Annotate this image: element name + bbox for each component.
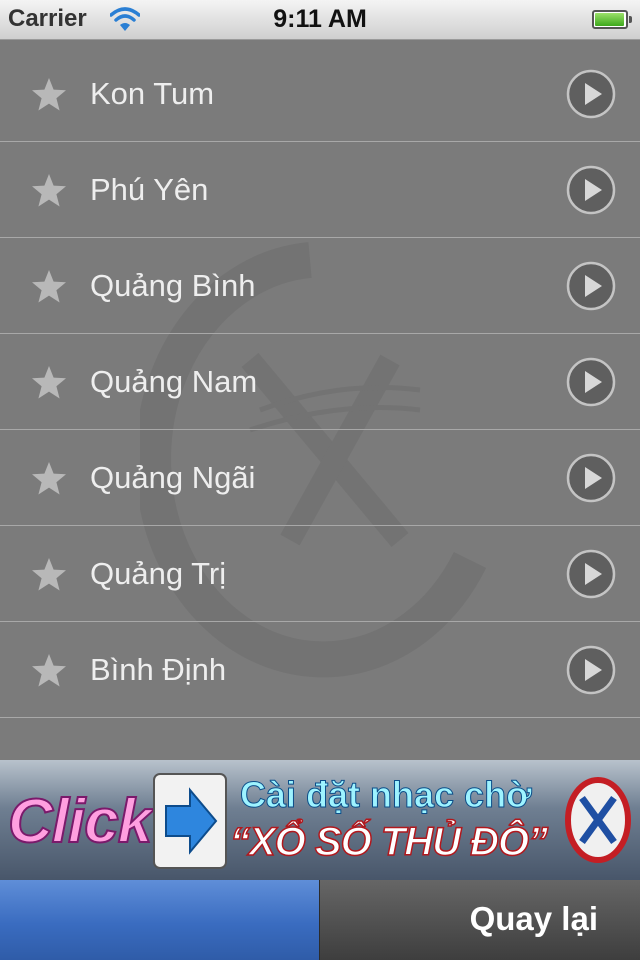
ad-click-text: Click (7, 786, 153, 857)
status-bar: Carrier 9:11 AM (0, 0, 640, 40)
star-icon[interactable] (30, 76, 68, 114)
star-icon[interactable] (30, 556, 68, 594)
play-icon[interactable] (566, 549, 616, 599)
tab-highlight[interactable] (0, 880, 320, 960)
play-icon[interactable] (566, 645, 616, 695)
play-icon[interactable] (566, 261, 616, 311)
star-icon[interactable] (30, 172, 68, 210)
list-item[interactable]: Quảng Ngãi (0, 430, 640, 526)
list-item-label: Quảng Bình (90, 268, 256, 303)
star-icon[interactable] (30, 652, 68, 690)
list-item[interactable]: Phú Yên (0, 142, 640, 238)
clock: 9:11 AM (273, 5, 367, 33)
list-item[interactable]: Quảng Bình (0, 238, 640, 334)
list-item-label: Bình Định (90, 652, 227, 687)
list-item[interactable]: Bình Định (0, 622, 640, 718)
arrow-right-icon (153, 773, 227, 869)
battery-tip (629, 16, 632, 23)
ad-banner[interactable]: Click Cài đặt nhạc chờ “XỔ SỐ THỦ ĐÔ” (0, 760, 640, 880)
list-item-label: Kon Tum (90, 76, 215, 111)
play-icon[interactable] (566, 453, 616, 503)
back-button[interactable]: Quay lại (320, 880, 640, 960)
list-item-label: Quảng Trị (90, 556, 227, 591)
list-item[interactable]: Kon Tum (0, 46, 640, 142)
ad-line-2: “XỔ SỐ THỦ ĐÔ” (229, 819, 549, 865)
province-list[interactable]: Kon Tum Phú Yên Quảng Bình Quảng Nam Quảng N… (0, 40, 640, 760)
list-item-label: Quảng Ngãi (90, 460, 256, 495)
play-icon[interactable] (566, 69, 616, 119)
list-item[interactable]: Quảng Trị (0, 526, 640, 622)
list-item-label: Quảng Nam (90, 364, 258, 399)
list-item[interactable]: Quảng Nam (0, 334, 640, 430)
star-icon[interactable] (30, 268, 68, 306)
list-item-label: Phú Yên (90, 172, 209, 207)
play-icon[interactable] (566, 165, 616, 215)
brand-logo-icon (565, 777, 631, 863)
star-icon[interactable] (30, 364, 68, 402)
star-icon[interactable] (30, 460, 68, 498)
battery-level (595, 13, 624, 26)
tab-bar: Quay lại (0, 880, 640, 960)
ad-line-1: Cài đặt nhạc chờ (240, 774, 533, 816)
play-icon[interactable] (566, 357, 616, 407)
battery-icon (592, 10, 632, 29)
back-button-label: Quay lại (469, 900, 598, 937)
